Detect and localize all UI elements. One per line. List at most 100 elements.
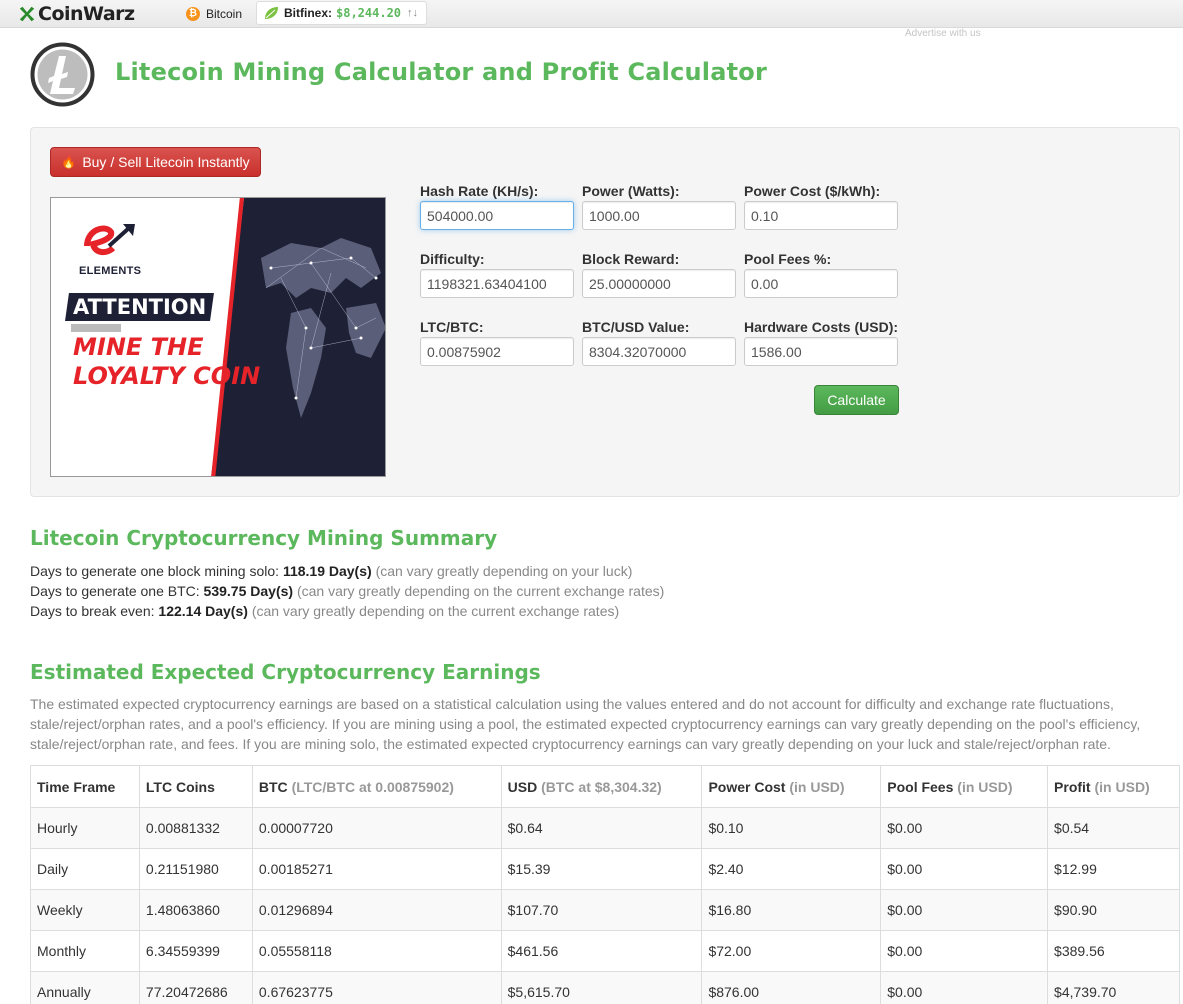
col-header-profit: Profit (in USD) [1047, 765, 1180, 808]
fire-icon: 🔥 [61, 155, 77, 169]
cell-ltc: 0.00881332 [138, 807, 253, 849]
summary-prefix: Days to generate one block mining solo: [30, 563, 280, 579]
ltc-btc-label: LTC/BTC: [420, 319, 484, 335]
cell-usd: $5,615.70 [500, 971, 703, 1004]
bitfinex-ticker[interactable]: Bitfinex: $8,244.20 ↑↓ [256, 1, 428, 25]
cell-time-frame: Annually [30, 971, 140, 1004]
cell-time-frame: Hourly [30, 807, 140, 849]
summary-line-block: Days to generate one block mining solo: … [30, 563, 632, 579]
col-header-ltc: LTC Coins [138, 765, 253, 808]
table-row: Monthly 6.34559399 0.05558118 $461.56 $7… [30, 930, 1180, 972]
cell-ltc: 6.34559399 [138, 930, 253, 972]
advertisement-banner[interactable]: ELEMENTS ATTENTION MINE THE LOYALTY COIN [50, 197, 386, 477]
summary-value: 122.14 Day(s) [158, 603, 248, 619]
cell-ltc: 1.48063860 [138, 889, 253, 931]
cell-usd: $0.64 [500, 807, 703, 849]
btc-usd-label: BTC/USD Value: [582, 319, 690, 335]
bitcoin-link[interactable]: ₿ Bitcoin [186, 4, 242, 24]
earnings-description: The estimated expected cryptocurrency ea… [30, 696, 1141, 752]
ad-attention-text: ATTENTION [73, 295, 207, 319]
cell-btc: 0.00007720 [251, 807, 502, 849]
cell-power-cost: $876.00 [701, 971, 882, 1004]
block-reward-label: Block Reward: [582, 251, 680, 267]
ad-brand: ELEMENTS [79, 265, 142, 277]
power-label: Power (Watts): [582, 183, 680, 199]
cell-pool-fees: $0.00 [880, 889, 1049, 931]
coinwarz-logo-icon [19, 6, 35, 22]
ticker-label: Bitfinex: [284, 6, 332, 20]
cell-usd: $461.56 [500, 930, 703, 972]
difficulty-input[interactable] [420, 269, 574, 298]
cell-time-frame: Weekly [30, 889, 140, 931]
cell-btc: 0.67623775 [251, 971, 502, 1004]
cell-profit: $389.56 [1047, 930, 1180, 972]
earnings-title: Estimated Expected Cryptocurrency Earnin… [30, 660, 541, 684]
ad-headline: MINE THE LOYALTY COIN [73, 333, 261, 390]
cell-ltc: 0.21151980 [138, 848, 253, 890]
cell-pool-fees: $0.00 [880, 930, 1049, 972]
summary-note: (can vary greatly depending on your luck… [375, 563, 633, 579]
col-header-usd: USD (BTC at $8,304.32) [500, 765, 703, 808]
hash-rate-input[interactable] [420, 201, 574, 230]
cell-profit: $90.90 [1047, 889, 1180, 931]
summary-line-btc: Days to generate one BTC: 539.75 Day(s) … [30, 583, 664, 599]
table-row: Annually 77.20472686 0.67623775 $5,615.7… [30, 971, 1180, 1004]
bitcoin-label: Bitcoin [206, 7, 243, 21]
col-header-pool-fees: Pool Fees (in USD) [880, 765, 1049, 808]
ltc-btc-input[interactable] [420, 337, 574, 366]
summary-note: (can vary greatly depending on the curre… [296, 583, 665, 599]
summary-line-breakeven: Days to break even: 122.14 Day(s) (can v… [30, 603, 619, 619]
cell-power-cost: $0.10 [701, 807, 882, 849]
pool-fees-input[interactable] [744, 269, 898, 298]
brand-name: CoinWarz [38, 3, 135, 25]
col-header-power-cost: Power Cost (in USD) [701, 765, 882, 808]
col-header-btc: BTC (LTC/BTC at 0.00875902) [251, 765, 502, 808]
cell-btc: 0.05558118 [251, 930, 502, 972]
col-header-time-frame: Time Frame [30, 765, 140, 808]
top-bar: CoinWarz ₿ Bitcoin Bitfinex: $8,244.20 ↑… [0, 0, 1183, 28]
table-row: Hourly 0.00881332 0.00007720 $0.64 $0.10… [30, 807, 1180, 849]
summary-note: (can vary greatly depending on the curre… [251, 603, 620, 619]
power-cost-label: Power Cost ($/kWh): [744, 183, 881, 199]
hardware-costs-label: Hardware Costs (USD): [744, 319, 899, 335]
summary-prefix: Days to generate one BTC: [30, 583, 200, 599]
ad-underline [71, 324, 121, 332]
cell-time-frame: Monthly [30, 930, 140, 972]
cell-pool-fees: $0.00 [880, 971, 1049, 1004]
cell-time-frame: Daily [30, 848, 140, 890]
page-title: Litecoin Mining Calculator and Profit Ca… [115, 58, 768, 86]
cell-profit: $0.54 [1047, 807, 1180, 849]
calculate-button[interactable]: Calculate [814, 385, 899, 415]
cell-profit: $4,739.70 [1047, 971, 1180, 1004]
btc-usd-input[interactable] [582, 337, 736, 366]
ad-attention-box: ATTENTION [65, 293, 215, 321]
cell-usd: $15.39 [500, 848, 703, 890]
cell-pool-fees: $0.00 [880, 807, 1049, 849]
table-row: Weekly 1.48063860 0.01296894 $107.70 $16… [30, 889, 1180, 931]
buy-sell-label: Buy / Sell Litecoin Instantly [82, 154, 250, 170]
block-reward-input[interactable] [582, 269, 736, 298]
hardware-costs-input[interactable] [744, 337, 898, 366]
pool-fees-label: Pool Fees %: [744, 251, 832, 267]
cell-btc: 0.01296894 [251, 889, 502, 931]
summary-title: Litecoin Cryptocurrency Mining Summary [30, 526, 498, 550]
coinwarz-logo[interactable]: CoinWarz [18, 2, 135, 26]
cell-usd: $107.70 [500, 889, 703, 931]
cell-ltc: 77.20472686 [138, 971, 253, 1004]
summary-value: 539.75 Day(s) [203, 583, 294, 599]
ticker-price: $8,244.20 [336, 6, 402, 20]
hash-rate-label: Hash Rate (KH/s): [420, 183, 539, 199]
bitcoin-icon: ₿ [186, 7, 200, 21]
power-cost-input[interactable] [744, 201, 898, 230]
cell-profit: $12.99 [1047, 848, 1180, 890]
cell-power-cost: $16.80 [701, 889, 882, 931]
table-row: Daily 0.21151980 0.00185271 $15.39 $2.40… [30, 848, 1180, 890]
table-header-row: Time Frame LTC Coins BTC (LTC/BTC at 0.0… [30, 765, 1180, 808]
power-input[interactable] [582, 201, 736, 230]
buy-sell-litecoin-button[interactable]: 🔥 Buy / Sell Litecoin Instantly [50, 147, 261, 177]
advertise-link[interactable]: Advertise with us [905, 28, 981, 39]
cell-btc: 0.00185271 [251, 848, 502, 890]
cell-power-cost: $72.00 [701, 930, 882, 972]
bitfinex-leaf-icon [265, 7, 278, 19]
ticker-arrows-icon: ↑↓ [407, 7, 419, 19]
